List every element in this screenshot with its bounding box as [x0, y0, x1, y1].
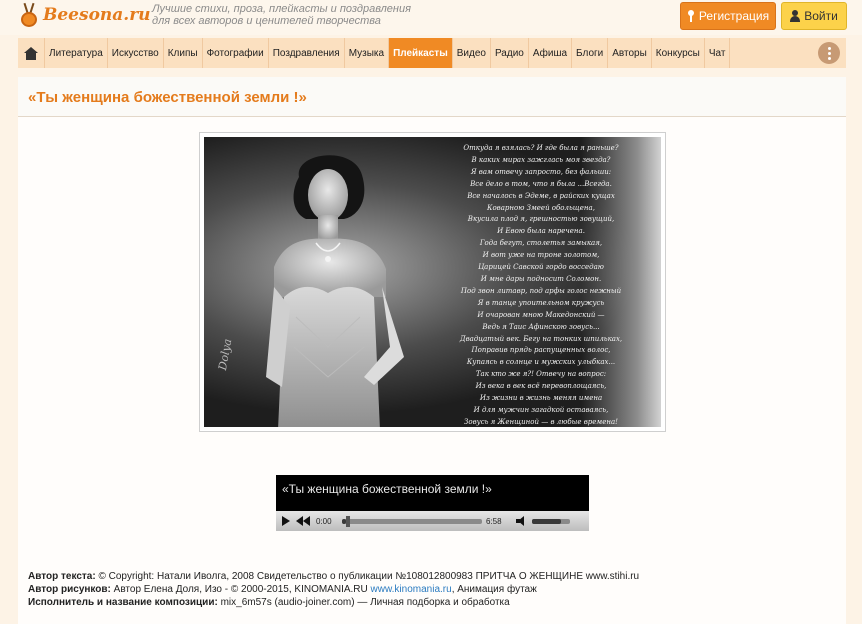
nav-item[interactable]: Радио — [491, 38, 529, 68]
login-label: Войти — [804, 9, 838, 23]
pin-icon — [687, 10, 695, 22]
site-logo[interactable]: Beesona.ru — [18, 2, 151, 28]
credit-value-suffix: , Анимация футаж — [451, 584, 537, 595]
credit-pictures-author: Автор рисунков: Автор Елена Доля, Изо - … — [28, 583, 639, 596]
login-button[interactable]: Войти — [781, 2, 847, 30]
audio-player: «Ты женщина божественной земли !» 0:00 6… — [276, 475, 589, 531]
woman-portrait-image — [266, 155, 404, 427]
poem-line: Все дело в том, что я была ...Всегда. — [470, 179, 612, 188]
player-controls: 0:00 6:58 — [276, 511, 589, 531]
poem-line: Я вам отвечу запросто, без фальши: — [470, 167, 612, 176]
poem-line: И вот уже на троне золотом, — [482, 251, 600, 260]
nav-item[interactable]: Музыка — [345, 38, 390, 68]
poem-line: Зовусь я Женщиной — в любые времена! — [464, 417, 618, 426]
poem-line: Царицей Савской гордо восседаю — [478, 263, 604, 272]
nav-item[interactable]: Видео — [453, 38, 491, 68]
poem-line: Двадцатый век. Бегу на тонких шпильках, — [459, 334, 623, 343]
poem-line: Коварною Змеей обольщена, — [487, 203, 595, 212]
volume-slider[interactable] — [532, 518, 570, 524]
credits: Автор текста: © Copyright: Натали Иволга… — [28, 570, 639, 609]
tagline-line-2: для всех авторов и ценителей творчества — [152, 15, 381, 27]
poem-line: Под звон литавр, под арфы голос нежный — [460, 286, 622, 295]
credit-label: Автор текста: — [28, 571, 96, 582]
nav-item[interactable]: Авторы — [608, 38, 652, 68]
nav-item[interactable]: Конкурсы — [652, 38, 705, 68]
nav-item[interactable]: Клипы — [164, 38, 203, 68]
nav-item[interactable]: Афиша — [529, 38, 573, 68]
poem-line: Купаясь в солнце и мужских улыбках... — [466, 358, 616, 367]
credit-text-author: Автор текста: © Copyright: Натали Иволга… — [28, 570, 639, 583]
nav-item[interactable]: Искусство — [108, 38, 164, 68]
kinomania-link[interactable]: www.kinomania.ru — [371, 584, 452, 595]
credit-performer: Исполнитель и название композиции: mix_6… — [28, 596, 639, 609]
nav-item[interactable]: Поздравления — [269, 38, 345, 68]
poem-line: В каких мирах зажглась моя звезда? — [471, 155, 611, 164]
poem-line: Года бегут, столетья замыкая, — [479, 239, 603, 248]
logo-text: Beesona.ru — [43, 5, 151, 25]
nav-item[interactable]: Литература — [45, 38, 108, 68]
poem-line: Откуда я взялась? И где была я раньше? — [463, 144, 619, 152]
playcast-image: Dolya Откуда я взялась? И где была я ран… — [199, 132, 666, 432]
nav-item[interactable]: Блоги — [572, 38, 609, 68]
content-panel: «Ты женщина божественной земли !» Dolya … — [18, 77, 846, 624]
poem-line: Ведь я Таис Афинскою зовусь... — [482, 322, 600, 331]
poem-line: Из века в век всё перевоплощаясь, — [475, 382, 607, 391]
nav-item[interactable]: Плейкасты — [389, 38, 453, 68]
player-header: «Ты женщина божественной земли !» — [276, 475, 589, 511]
poem-line: Все началось в Эдеме, в райских кущах — [467, 191, 615, 200]
nav-item[interactable]: Фотографии — [203, 38, 269, 68]
volume-fill — [532, 518, 561, 524]
current-time: 0:00 — [316, 516, 332, 526]
site-tagline: Лучшие стихи, проза, плейкасты и поздрав… — [152, 3, 411, 27]
player-title: «Ты женщина божественной земли !» — [282, 482, 492, 496]
nav-item[interactable]: Чат — [705, 38, 731, 68]
poem-line: Я в танце упоительном кружусь — [477, 298, 605, 307]
credit-label: Исполнитель и название композиции: — [28, 597, 218, 608]
poem-line: Из жизни в жизнь меняя имена — [479, 394, 603, 403]
rewind-icon[interactable] — [296, 516, 310, 526]
user-icon — [790, 10, 801, 22]
register-button[interactable]: Регистрация — [680, 2, 776, 30]
nav-home[interactable] — [18, 38, 45, 68]
poem-line: И Евою была наречена. — [497, 227, 585, 236]
poem-line: И очарован мною Македонский — — [477, 310, 605, 319]
volume-icon[interactable] — [516, 516, 528, 526]
site-header: Beesona.ru Лучшие стихи, проза, плейкаст… — [0, 0, 862, 35]
progress-bar[interactable] — [342, 515, 482, 527]
credit-label: Автор рисунков: — [28, 584, 111, 595]
register-label: Регистрация — [698, 9, 770, 23]
poem-line: Вкусила плод я, грешностью зовущий, — [467, 215, 615, 224]
play-icon[interactable] — [282, 516, 290, 526]
poem-text: Откуда я взялась? И где была я раньше? В … — [426, 143, 656, 427]
tagline-line-1: Лучшие стихи, проза, плейкасты и поздрав… — [152, 3, 411, 15]
credit-value: mix_6m57s (audio-joiner.com) — Личная по… — [220, 597, 510, 608]
poem-line: И для мужчин загадкой оставаясь, — [473, 405, 609, 414]
more-menu-button[interactable] — [818, 42, 840, 64]
poem-line: И мне дары подносит Соломон. — [480, 274, 602, 283]
page-title: «Ты женщина божественной земли !» — [28, 89, 307, 106]
main-nav: Литература Искусство Клипы Фотографии Поздра… — [18, 38, 846, 68]
progress-handle[interactable] — [346, 515, 351, 527]
credit-value: © Copyright: Натали Иволга, 2008 Свидете… — [98, 571, 640, 582]
title-bar: «Ты женщина божественной земли !» — [18, 77, 846, 117]
bee-logo-icon — [18, 2, 40, 28]
poem-line: Поправив прядь распущенных волос, — [471, 346, 611, 355]
duration: 6:58 — [486, 516, 502, 526]
home-icon — [24, 46, 38, 60]
credit-value: Автор Елена Доля, Изо - © 2000-2015, KIN… — [113, 584, 368, 595]
poem-line: Так кто же я?! Отвечу на вопрос: — [475, 370, 607, 379]
